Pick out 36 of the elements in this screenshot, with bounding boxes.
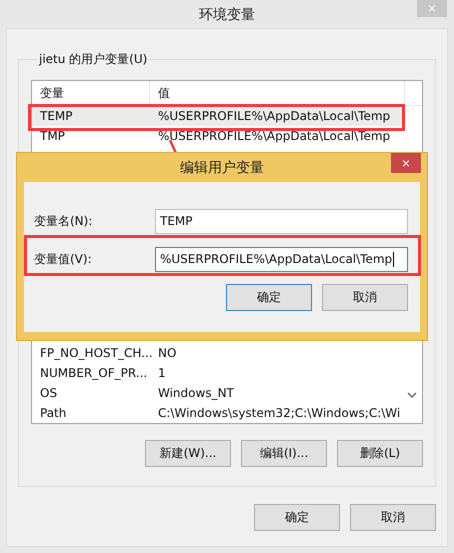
variable-value: %USERPROFILE%\AppData\Local\Temp [157,129,392,143]
dialog-button[interactable]: 确定 [226,284,312,311]
input-field[interactable]: %USERPROFILE%\AppData\Local\Temp [155,246,408,272]
variable-value: Windows_NT [157,386,235,400]
variable-value: 1 [157,366,167,380]
scroll-down-icon[interactable] [407,392,417,399]
list-row[interactable]: FP_NO_HOST_CH... NO [32,343,405,363]
input-field[interactable]: TEMP [155,208,408,234]
variable-name: Path [39,406,68,420]
action-button[interactable]: 编辑(I)... [241,440,327,467]
field-label: 变量名(N): [34,212,94,230]
variable-name: FP_NO_HOST_CH... [39,346,150,360]
close-button[interactable]: × [391,153,421,173]
list-row[interactable]: OS Windows_NT [32,383,405,403]
dialog-button[interactable]: 取消 [350,504,436,531]
column-header[interactable]: 变量 [32,81,150,105]
field-label: 变量值(V): [34,250,93,268]
variable-name: TMP [39,129,66,143]
window-title: 环境变量 [199,6,255,24]
list-row[interactable]: Path C:\Windows\system32;C:\Windows;C:\Wi [32,403,405,423]
variable-value: NO [157,346,178,360]
group-label: jietu 的用户变量(U) [38,51,148,68]
dialog-button[interactable]: 确定 [254,504,340,531]
list-row[interactable]: NUMBER_OF_PR... 1 [32,363,405,383]
variable-name: OS [39,386,58,400]
variable-name: NUMBER_OF_PR... [39,366,148,380]
variable-value: %USERPROFILE%\AppData\Local\Temp [157,109,392,123]
dialog-title: 编辑用户变量 [180,158,264,176]
variable-value: C:\Windows\system32;C:\Windows;C:\Wi [157,406,402,420]
action-button[interactable]: 新建(W)... [145,440,231,467]
column-header[interactable]: 值 [150,81,405,105]
list-row[interactable]: TMP %USERPROFILE%\AppData\Local\Temp [32,126,405,146]
list-row[interactable]: TEMP %USERPROFILE%\AppData\Local\Temp [32,106,405,126]
action-button[interactable]: 删除(L) [337,440,423,467]
variable-name: TEMP [39,109,74,123]
dialog-button[interactable]: 取消 [322,284,408,311]
